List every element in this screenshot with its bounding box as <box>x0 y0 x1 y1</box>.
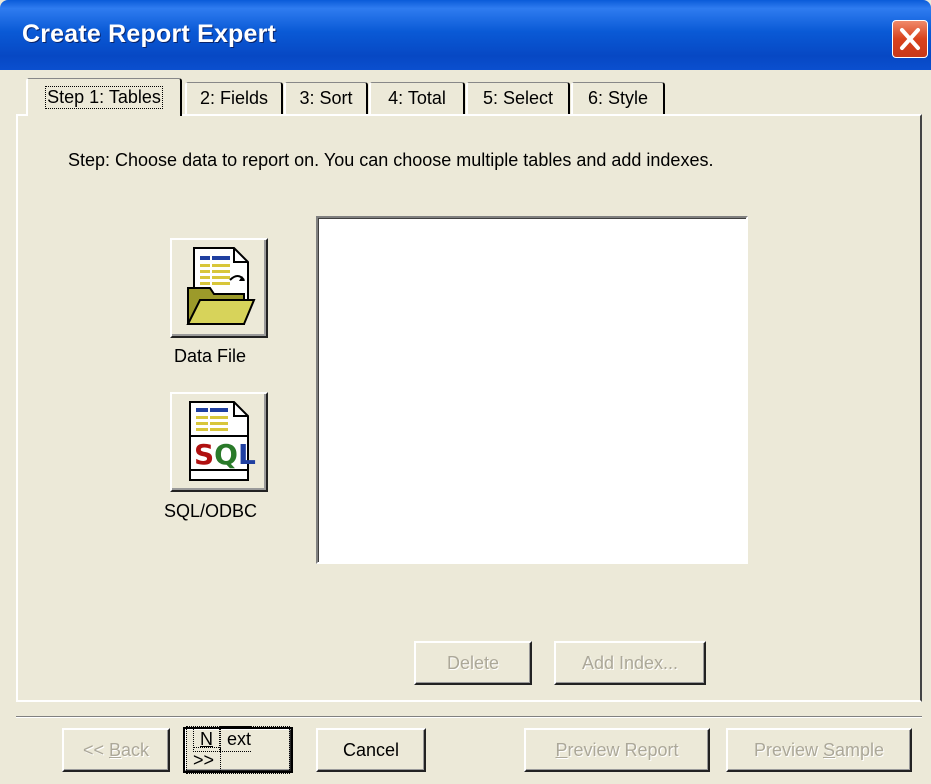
back-button[interactable]: << Back <box>62 728 170 772</box>
tab-sort[interactable]: 3: Sort <box>284 82 368 114</box>
window-title: Create Report Expert <box>22 20 277 48</box>
tab-label: 5: Select <box>482 88 554 108</box>
tab-fields[interactable]: 2: Fields <box>185 82 283 114</box>
step-instructions: Step: Choose data to report on. You can … <box>68 150 714 170</box>
cancel-button[interactable]: Cancel <box>316 728 426 772</box>
preview-report-button-label: Preview Report <box>555 739 679 760</box>
back-button-label: << Back <box>82 739 150 760</box>
close-button[interactable] <box>892 20 928 58</box>
sql-odbc-label: SQL/ODBC <box>164 501 258 521</box>
preview-sample-button-label: Preview Sample <box>753 739 885 760</box>
close-x-icon <box>900 28 920 50</box>
cancel-button-label: Cancel <box>342 739 400 760</box>
tab-label: 4: Total <box>388 88 446 108</box>
preview-report-button[interactable]: Preview Report <box>524 728 710 772</box>
tab-label: 6: Style <box>587 88 649 108</box>
delete-button[interactable]: Delete <box>414 641 532 685</box>
add-index-button[interactable]: Add Index... <box>554 641 706 685</box>
data-file-folder-icon <box>186 247 256 325</box>
svg-text:SQL: SQL <box>194 438 256 471</box>
sql-odbc-button[interactable]: SQL <box>170 392 268 492</box>
next-button-label: Next >> <box>186 726 290 774</box>
tab-select[interactable]: 5: Select <box>466 82 570 114</box>
tab-style[interactable]: 6: Style <box>571 82 665 114</box>
sql-database-icon: SQL <box>189 401 256 481</box>
data-file-label: Data File <box>174 346 247 366</box>
tab-step1-tables[interactable]: Step 1: Tables <box>26 78 182 116</box>
preview-sample-button[interactable]: Preview Sample <box>726 728 912 772</box>
tab-label: 3: Sort <box>299 88 353 108</box>
tab-total[interactable]: 4: Total <box>369 82 465 114</box>
selected-tables-list[interactable] <box>316 216 748 564</box>
data-file-button[interactable] <box>170 238 268 338</box>
add-index-button-label: Add Index... <box>581 652 679 673</box>
footer-separator <box>16 716 922 718</box>
tab-label: Step 1: Tables <box>45 86 163 109</box>
title-bar: Create Report Expert <box>0 0 931 70</box>
next-button[interactable]: Next >> <box>183 726 293 774</box>
delete-button-label: Delete <box>446 652 500 673</box>
tab-label: 2: Fields <box>199 88 269 108</box>
